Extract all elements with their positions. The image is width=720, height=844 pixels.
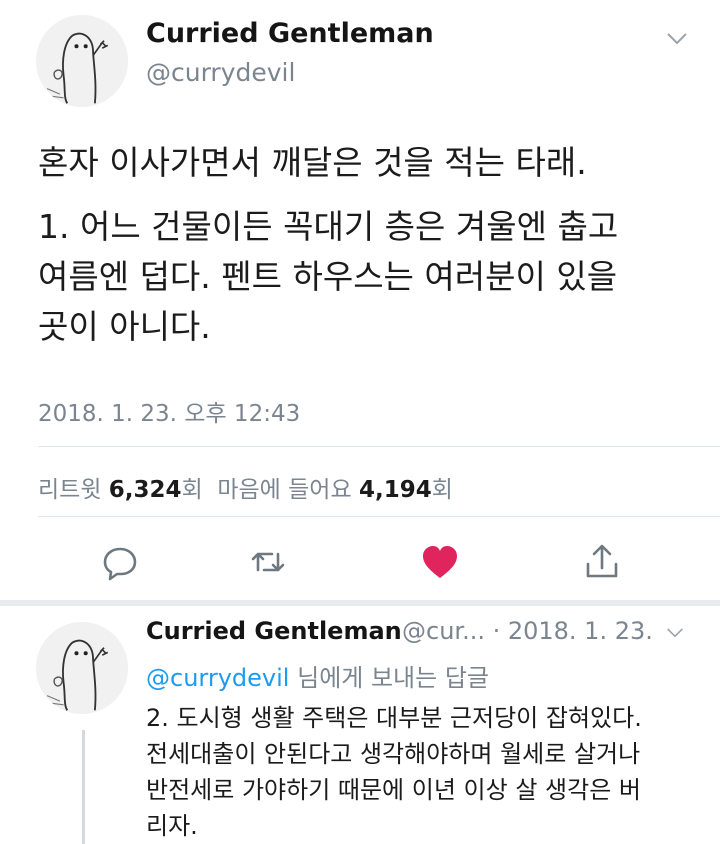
reply-handle-and-date[interactable]: @cur... · 2018. 1. 23. <box>402 617 653 645</box>
reply-text-line: 반전세로 가야하기 때문에 이년 이상 살 생각은 버 <box>146 776 642 804</box>
retweet-icon <box>251 552 285 572</box>
tweet-text: 혼자 이사가면서 깨달은 것을 적는 타래. 1. 어느 건물이든 꼭대기 층은… <box>38 138 688 352</box>
replying-to: @currydevil 님에게 보내는 답글 <box>146 658 489 693</box>
ghost-avatar-icon <box>36 622 128 714</box>
share-icon <box>586 544 618 578</box>
reply-to-handle-link[interactable]: @currydevil <box>146 664 289 692</box>
author-name[interactable]: Curried Gentleman <box>146 18 434 49</box>
reply-text-line: 리자. <box>146 812 198 840</box>
like-label: 마음에 들어요 <box>217 477 352 503</box>
like-count: 4,194 <box>358 477 432 503</box>
divider <box>38 516 720 517</box>
retweet-count: 6,324 <box>108 477 182 503</box>
reply-to-suffix: 님에게 보내는 답글 <box>297 664 490 692</box>
tweet-text-line: 1. 어느 건물이든 꼭대기 층은 겨울엔 춥고 <box>38 207 619 246</box>
thread-separator <box>0 600 720 606</box>
retweet-stat[interactable]: 리트윗 6,324회 <box>38 477 203 503</box>
tweet-text-line: 곳이 아니다. <box>38 307 211 346</box>
author-avatar[interactable] <box>36 15 128 107</box>
retweet-button[interactable] <box>246 540 290 584</box>
like-button[interactable] <box>418 540 462 584</box>
chevron-down-icon[interactable] <box>666 32 688 46</box>
retweet-suffix: 회 <box>181 477 203 503</box>
reply-text-line: 2. 도시형 생활 주택은 대부분 근저당이 잡혀있다. <box>146 704 642 732</box>
ghost-avatar-icon <box>36 15 128 107</box>
like-suffix: 회 <box>431 477 453 503</box>
reply-author-name[interactable]: Curried Gentleman <box>146 617 402 645</box>
heart-icon <box>423 546 457 578</box>
like-stat[interactable]: 마음에 들어요 4,194회 <box>217 477 453 503</box>
retweet-label: 리트윗 <box>38 477 102 503</box>
reply-button[interactable] <box>98 540 142 584</box>
reply-icon <box>103 547 137 581</box>
thread-line <box>82 730 85 844</box>
tweet-text-line: 혼자 이사가면서 깨달은 것을 적는 타래. <box>38 143 587 182</box>
author-handle[interactable]: @currydevil <box>146 58 295 87</box>
reply-author-avatar[interactable] <box>36 622 128 714</box>
tweet-timestamp[interactable]: 2018. 1. 23. 오후 12:43 <box>38 394 300 428</box>
divider <box>38 446 720 447</box>
engagement-stats: 리트윗 6,324회 마음에 들어요 4,194회 <box>38 470 453 504</box>
reply-text-line: 전세대출이 안된다고 생각해야하며 월세로 살거나 <box>146 740 641 768</box>
reply-text: 2. 도시형 생활 주택은 대부분 근저당이 잡혀있다. 전세대출이 안된다고 … <box>146 700 706 844</box>
chevron-down-icon[interactable] <box>666 627 684 639</box>
share-button[interactable] <box>580 540 624 584</box>
tweet-text-line: 여름엔 덥다. 펜트 하우스는 여러분이 있을 <box>38 257 618 296</box>
